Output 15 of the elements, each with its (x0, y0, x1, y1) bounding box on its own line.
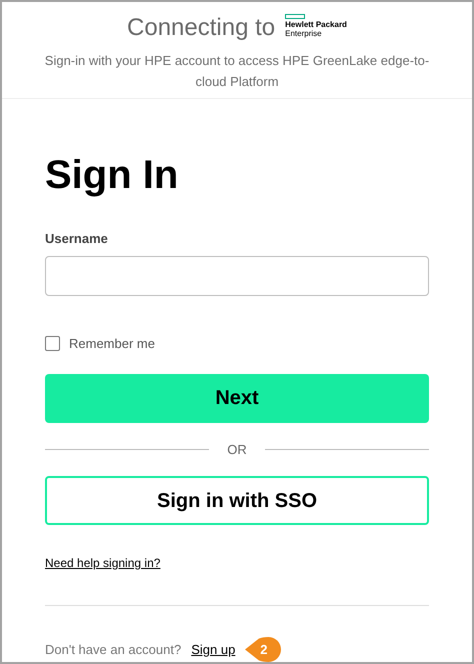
header-subtitle: Sign-in with your HPE account to access HPE GreenLake edge-to-cloud Platform (44, 52, 430, 91)
callout-badge: 2 (245, 637, 282, 662)
divider-text: OR (227, 440, 247, 458)
page-heading: Sign In (45, 152, 180, 198)
next-button[interactable]: Next (45, 374, 429, 422)
help-link[interactable]: Need help signing in? (45, 556, 160, 570)
header-title: Connecting to (127, 13, 276, 43)
company-logo: Hewlett Packard Enterprise (285, 14, 347, 38)
username-field[interactable] (45, 256, 429, 296)
checkbox[interactable] (45, 336, 60, 352)
sso-button[interactable]: Sign in with SSO (45, 476, 429, 525)
signup-prompt: Don't have an account? (45, 640, 182, 659)
signup-link[interactable]: Sign up (191, 640, 236, 660)
checkbox-label: Remember me (69, 335, 155, 353)
field-label: Username (45, 230, 109, 248)
